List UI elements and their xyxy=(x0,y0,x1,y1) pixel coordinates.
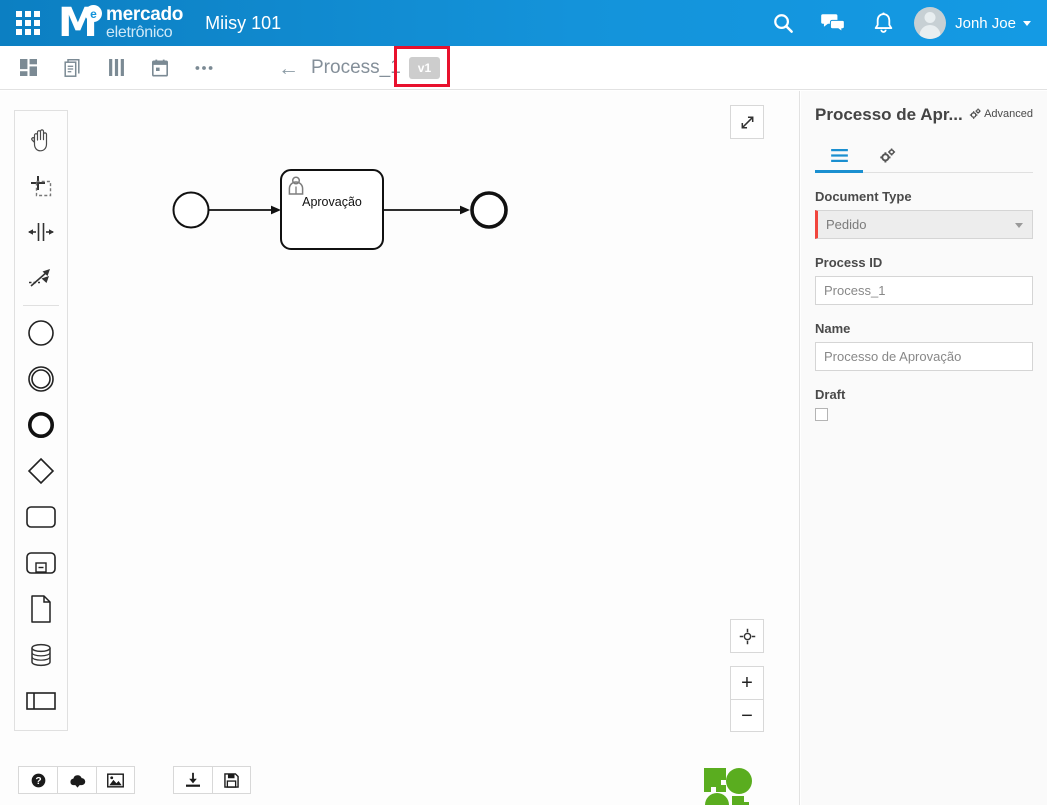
properties-tabs xyxy=(815,139,1033,173)
cloud-download-icon[interactable] xyxy=(57,766,96,794)
bpmn-diagram[interactable]: Aprovação xyxy=(150,151,550,311)
brand-logo[interactable]: M e mercado eletrônico xyxy=(58,3,183,43)
chevron-down-icon xyxy=(1015,223,1023,228)
sequence-flow-2[interactable] xyxy=(383,205,470,215)
name-input[interactable] xyxy=(815,342,1033,371)
brand-m-mark: M e xyxy=(58,3,102,43)
shape-palette xyxy=(14,110,68,731)
brand-wordmark: mercado eletrônico xyxy=(106,5,183,41)
draft-label: Draft xyxy=(815,387,846,402)
bottom-button-group-1: ? xyxy=(18,766,135,794)
user-task[interactable]: Aprovação xyxy=(280,169,384,250)
avatar xyxy=(914,7,947,39)
document-type-label: Document Type xyxy=(815,189,912,204)
connect-tool[interactable] xyxy=(15,255,67,301)
hand-tool[interactable] xyxy=(15,117,67,163)
search-icon[interactable] xyxy=(758,0,808,46)
tab-settings[interactable] xyxy=(863,139,911,172)
brand-line1: mercado xyxy=(106,4,184,25)
data-store-shape[interactable] xyxy=(15,632,67,678)
bottom-button-group-2 xyxy=(173,766,251,794)
header-actions: Jonh Joe xyxy=(758,0,1047,46)
gears-icon xyxy=(969,108,981,119)
zoom-out-button[interactable]: − xyxy=(730,699,764,732)
name-label: Name xyxy=(815,321,851,336)
properties-panel: Processo de Apr... Advanced Document Typ… xyxy=(801,91,1047,805)
question-circle-icon[interactable]: ? xyxy=(18,766,57,794)
download-icon[interactable] xyxy=(173,766,212,794)
expand-icon[interactable] xyxy=(730,105,764,139)
brand-line2: eletrônico xyxy=(106,24,173,41)
chat-icon[interactable] xyxy=(808,0,858,46)
process-id-input[interactable] xyxy=(815,276,1033,305)
user-task-label: Aprovação xyxy=(302,195,362,209)
bpmn-canvas[interactable]: Aprovação + − ? xyxy=(0,91,800,805)
version-badge[interactable]: v1 xyxy=(408,57,441,79)
floppy-save-icon[interactable] xyxy=(212,766,251,794)
zoom-in-label: + xyxy=(741,672,753,694)
start-event[interactable] xyxy=(172,191,210,229)
tab-general[interactable] xyxy=(815,139,863,173)
lasso-tool[interactable] xyxy=(15,163,67,209)
end-event-shape[interactable] xyxy=(15,402,67,448)
more-options-icon[interactable] xyxy=(182,46,226,90)
activiti-logo xyxy=(704,768,752,805)
zoom-out-label: − xyxy=(741,704,753,727)
user-name: Jonh Joe xyxy=(955,14,1016,32)
advanced-label: Advanced xyxy=(984,108,1033,120)
advanced-link[interactable]: Advanced xyxy=(969,108,1033,120)
document-type-value: Pedido xyxy=(826,217,867,232)
draft-checkbox[interactable] xyxy=(815,408,828,421)
svg-text:?: ? xyxy=(35,776,41,787)
apps-grid-icon[interactable] xyxy=(0,0,56,46)
columns-icon[interactable] xyxy=(94,46,138,90)
chevron-down-icon[interactable] xyxy=(1023,20,1031,26)
data-object-shape[interactable] xyxy=(15,586,67,632)
canvas-bottom-bar: ? xyxy=(0,755,799,805)
properties-header: Processo de Apr... Advanced xyxy=(815,91,1033,125)
gears-icon xyxy=(879,148,895,162)
subprocess-shape[interactable] xyxy=(15,540,67,586)
fit-viewport-icon[interactable] xyxy=(730,619,764,653)
documents-icon[interactable] xyxy=(50,46,94,90)
palette-divider xyxy=(23,305,59,306)
app-title: Miisy 101 xyxy=(205,12,282,33)
dashboard-icon[interactable] xyxy=(6,46,50,90)
top-header: M e mercado eletrônico Miisy 101 Jonh Jo… xyxy=(0,0,1047,46)
participant-shape[interactable] xyxy=(15,678,67,724)
back-arrow-button[interactable]: ← xyxy=(278,58,299,79)
page-title: Process_1 xyxy=(311,57,401,78)
document-type-select[interactable]: Pedido xyxy=(815,210,1033,239)
gateway-shape[interactable] xyxy=(15,448,67,494)
brand-e-badge: e xyxy=(85,5,102,22)
intermediate-event-shape[interactable] xyxy=(15,356,67,402)
zoom-in-button[interactable]: + xyxy=(730,666,764,699)
task-shape[interactable] xyxy=(15,494,67,540)
document-title-bar: ← Process_1 v1 xyxy=(278,46,441,90)
bell-icon[interactable] xyxy=(858,0,908,46)
end-event[interactable] xyxy=(470,191,508,229)
image-icon[interactable] xyxy=(96,766,135,794)
space-tool[interactable] xyxy=(15,209,67,255)
user-menu[interactable]: Jonh Joe xyxy=(914,7,1031,39)
calendar-icon[interactable] xyxy=(138,46,182,90)
properties-title: Processo de Apr... xyxy=(815,105,963,124)
process-id-label: Process ID xyxy=(815,255,883,270)
sub-toolbar: ← Process_1 v1 xyxy=(0,46,1047,90)
list-icon xyxy=(830,149,848,162)
start-event-shape[interactable] xyxy=(15,310,67,356)
sequence-flow-1[interactable] xyxy=(209,205,281,215)
